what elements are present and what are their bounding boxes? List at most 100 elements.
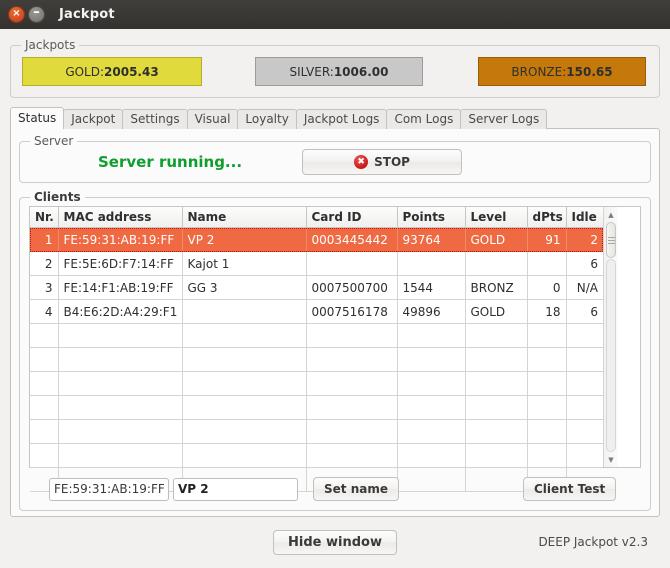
tab-panel-status: Server Server running... ✖ STOP Clients: [10, 128, 660, 517]
column-header-name[interactable]: Name: [182, 207, 307, 228]
scrollbar-grip-icon: [607, 236, 615, 244]
cell-empty: [306, 323, 398, 348]
table-row-empty[interactable]: [30, 371, 603, 396]
cell-level: GOLD: [465, 299, 528, 324]
cell-empty: [182, 347, 307, 372]
tab-visual[interactable]: Visual: [186, 109, 239, 129]
tab-server-logs[interactable]: Server Logs: [460, 109, 548, 129]
cell-empty: [182, 371, 307, 396]
clients-inner: Nr. MAC address Name Card ID Points Level dPts…: [20, 198, 650, 510]
cell-empty: [306, 443, 398, 468]
jackpots-group-label: Jackpots: [21, 38, 80, 52]
table-row[interactable]: 1 FE:59:31:AB:19:FF VP 2 0003445442 93764 GOL…: [30, 227, 603, 252]
table-row-empty[interactable]: [30, 395, 603, 420]
jackpot-bronze-button[interactable]: BRONZE: 150.65: [478, 57, 646, 86]
cell-empty: [58, 323, 183, 348]
close-button[interactable]: ×: [8, 6, 25, 23]
table-row-empty[interactable]: [30, 443, 603, 468]
cell-name: VP 2: [182, 227, 307, 252]
set-name-button[interactable]: Set name: [313, 477, 399, 501]
table-row-empty[interactable]: [30, 419, 603, 444]
cell-empty: [182, 395, 307, 420]
jackpot-bronze-label: BRONZE:: [511, 64, 567, 79]
cell-idle: N/A: [566, 275, 603, 300]
scroll-up-arrow-icon[interactable]: ▲: [604, 208, 618, 221]
client-mac-input[interactable]: [49, 477, 169, 501]
cell-empty: [397, 371, 466, 396]
app-version-label: DEEP Jackpot v2.3: [538, 535, 648, 549]
cell-name: GG 3: [182, 275, 307, 300]
table-row[interactable]: 4 B4:E6:2D:A4:29:F1 0007516178 49896 GOLD 18 6: [30, 299, 603, 324]
clients-table-wrapper: Nr. MAC address Name Card ID Points Level dPts…: [29, 206, 641, 492]
cell-points: 49896: [397, 299, 466, 324]
tab-jackpot[interactable]: Jackpot: [63, 109, 124, 129]
scrollbar-track[interactable]: [606, 259, 616, 452]
jackpot-silver-label: SILVER:: [289, 64, 334, 79]
cell-card_id: 0003445442: [306, 227, 398, 252]
column-header-idle[interactable]: Idle: [566, 207, 603, 228]
cell-empty: [527, 323, 567, 348]
cell-empty: [182, 443, 307, 468]
column-header-mac-address[interactable]: MAC address: [58, 207, 183, 228]
cell-card_id: [306, 251, 398, 276]
cell-idle: 2: [566, 227, 603, 252]
hide-window-button[interactable]: Hide window: [273, 529, 397, 555]
jackpot-silver-button[interactable]: SILVER: 1006.00: [255, 57, 423, 86]
cell-nr: 4: [30, 299, 59, 324]
cell-dpts: 0: [527, 275, 567, 300]
cell-empty: [465, 347, 528, 372]
table-row-empty[interactable]: [30, 347, 603, 372]
jackpot-silver-value: 1006.00: [333, 64, 389, 79]
table-row-empty[interactable]: [30, 323, 603, 348]
cell-empty: [30, 371, 59, 396]
tab-settings[interactable]: Settings: [122, 109, 188, 129]
cell-name: [182, 299, 307, 324]
cell-empty: [465, 323, 528, 348]
jackpots-group: Jackpots GOLD: 2005.43 SILVER: 1006.00 B…: [10, 38, 660, 98]
cell-empty: [465, 419, 528, 444]
column-header-level[interactable]: Level: [465, 207, 528, 228]
stop-server-button[interactable]: ✖ STOP: [302, 149, 463, 175]
jackpot-gold-value: 2005.43: [104, 64, 159, 79]
cell-name: Kajot 1: [182, 251, 307, 276]
tab-status[interactable]: Status: [10, 107, 65, 129]
cell-empty: [566, 371, 603, 396]
cell-empty: [306, 371, 398, 396]
table-row[interactable]: 2 FE:5E:6D:F7:14:FF Kajot 1 6: [30, 251, 603, 276]
cell-empty: [306, 395, 398, 420]
cell-card_id: 0007516178: [306, 299, 398, 324]
scrollbar-thumb[interactable]: [606, 222, 616, 258]
cell-dpts: [527, 251, 567, 276]
window-body: Jackpots GOLD: 2005.43 SILVER: 1006.00 B…: [0, 29, 670, 568]
client-test-button[interactable]: Client Test: [522, 477, 617, 501]
cell-mac: B4:E6:2D:A4:29:F1: [58, 299, 183, 324]
tab-jackpot-logs[interactable]: Jackpot Logs: [295, 109, 388, 129]
cell-empty: [397, 323, 466, 348]
clients-group: Clients Nr. MAC address Name Card ID Poi…: [19, 190, 651, 511]
tab-loyalty[interactable]: Loyalty: [237, 109, 297, 129]
jackpot-gold-button[interactable]: GOLD: 2005.43: [22, 57, 202, 86]
cell-nr: 2: [30, 251, 59, 276]
cell-empty: [566, 323, 603, 348]
cell-nr: 3: [30, 275, 59, 300]
server-inner: Server running... ✖ STOP: [20, 142, 650, 182]
scroll-down-arrow-icon[interactable]: ▼: [604, 453, 618, 466]
table-row[interactable]: 3 FE:14:F1:AB:19:FF GG 3 0007500700 1544 BRON…: [30, 275, 603, 300]
column-header-nr[interactable]: Nr.: [30, 207, 59, 228]
cell-level: BRONZ: [465, 275, 528, 300]
cell-empty: [397, 395, 466, 420]
clients-table-scrollbar[interactable]: ▲ ▼: [603, 207, 618, 467]
cell-empty: [527, 347, 567, 372]
cell-empty: [30, 395, 59, 420]
jackpot-bronze-value: 150.65: [566, 64, 613, 79]
cell-empty: [30, 347, 59, 372]
cell-empty: [566, 395, 603, 420]
cell-points: 1544: [397, 275, 466, 300]
column-header-dpts[interactable]: dPts: [527, 207, 567, 228]
minimize-button[interactable]: –: [28, 6, 45, 23]
column-header-points[interactable]: Points: [397, 207, 466, 228]
tab-com-logs[interactable]: Com Logs: [386, 109, 462, 129]
client-name-input[interactable]: [173, 477, 298, 501]
cell-mac: FE:14:F1:AB:19:FF: [58, 275, 183, 300]
column-header-card-id[interactable]: Card ID: [306, 207, 398, 228]
